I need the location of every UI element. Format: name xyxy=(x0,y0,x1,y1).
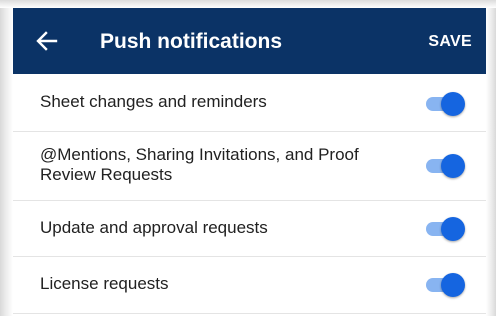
setting-label: Update and approval requests xyxy=(40,218,268,237)
toggle-thumb xyxy=(441,154,465,178)
frame-shadow-right xyxy=(486,0,496,316)
setting-row-mentions[interactable]: @Mentions, Sharing Invitations, and Proo… xyxy=(13,132,486,201)
frame-shadow-top xyxy=(0,0,496,8)
setting-row-sheet-changes[interactable]: Sheet changes and reminders xyxy=(13,74,486,132)
toggle-thumb xyxy=(441,92,465,116)
setting-row-license-requests[interactable]: License requests xyxy=(13,257,486,314)
license-requests-toggle[interactable] xyxy=(424,273,465,297)
save-button[interactable]: SAVE xyxy=(428,33,472,51)
back-button[interactable] xyxy=(29,23,65,59)
frame-shadow-left xyxy=(0,0,13,316)
page-title: Push notifications xyxy=(100,30,283,53)
setting-label: Sheet changes and reminders xyxy=(40,92,267,111)
update-approval-toggle[interactable] xyxy=(424,217,465,241)
setting-label: License requests xyxy=(40,274,169,293)
sheet-changes-toggle[interactable] xyxy=(424,92,465,116)
setting-label: @Mentions, Sharing Invitations, and Proo… xyxy=(40,145,359,184)
mentions-toggle[interactable] xyxy=(424,154,465,178)
notification-settings-list: Sheet changes and reminders @Mentions, S… xyxy=(13,74,486,314)
arrow-left-icon xyxy=(36,31,58,51)
toggle-thumb xyxy=(441,273,465,297)
toggle-thumb xyxy=(441,217,465,241)
app-bar: Push notifications SAVE xyxy=(13,8,486,74)
app-screen: Push notifications SAVE Sheet changes an… xyxy=(13,8,486,316)
screenshot-frame: Push notifications SAVE Sheet changes an… xyxy=(0,0,496,316)
setting-row-update-approval[interactable]: Update and approval requests xyxy=(13,201,486,257)
